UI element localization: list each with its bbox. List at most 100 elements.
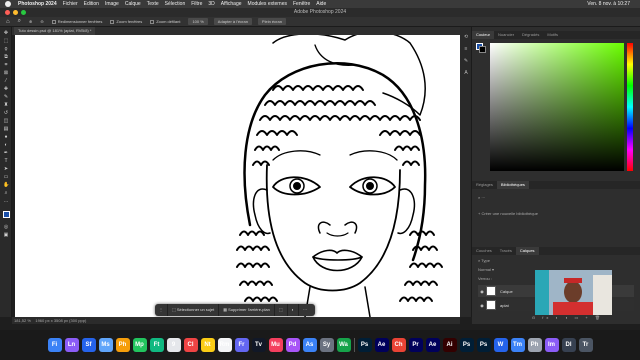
quick-mask-icon[interactable]: ◎	[3, 225, 9, 230]
menu-app-name[interactable]: Photoshop 2024	[18, 1, 57, 7]
menu-selection[interactable]: Sélection	[165, 1, 186, 7]
drag-handle-icon[interactable]: ⋮	[155, 304, 168, 316]
dock-app-icon[interactable]: Tv	[251, 338, 266, 352]
remove-background-button[interactable]: ▦ Supprimer l'arrière-plan	[219, 304, 275, 316]
brush-tool-icon[interactable]: ✎	[3, 95, 9, 100]
type-tool-icon[interactable]: T	[3, 159, 9, 164]
dock-app-icon[interactable]: Dl	[561, 338, 576, 352]
home-icon[interactable]: ⌂	[6, 19, 10, 25]
tab-couches[interactable]: Couches	[472, 247, 496, 255]
foreground-color-swatch[interactable]	[3, 211, 10, 218]
gradient-tool-icon[interactable]: ▤	[3, 127, 9, 132]
menu-calque[interactable]: Calque	[125, 1, 141, 7]
zoom-100-button[interactable]: 100 %	[188, 18, 208, 25]
zoom-all-option[interactable]: Zoom fenêtres	[110, 19, 142, 24]
blur-tool-icon[interactable]: ●	[3, 135, 9, 140]
tab-calques[interactable]: Calques	[515, 247, 539, 255]
create-library-button[interactable]: + Créer une nouvelle bibliothèque	[478, 211, 538, 216]
document-tab[interactable]: Tuto dessin.psd @ 181% (aplat, RVB/8) *	[14, 27, 96, 35]
dock-app-icon[interactable]: Ms	[98, 338, 113, 352]
tab-degrades[interactable]: Dégradés	[518, 31, 543, 39]
zoom-out-icon[interactable]: ⊖	[40, 19, 43, 24]
background-swatch[interactable]	[479, 46, 486, 53]
zoom-tool-icon[interactable]: ⌕	[18, 18, 21, 25]
marquee-tool-icon[interactable]: ⬚	[3, 39, 9, 44]
dock-app-icon[interactable]: Ph	[115, 338, 130, 352]
menu-fichier[interactable]: Fichier	[63, 1, 78, 7]
canvas-area[interactable]	[12, 35, 460, 317]
dock-app-icon[interactable]: Sy	[319, 338, 334, 352]
menu-3d[interactable]: 3D	[208, 1, 214, 7]
eye-icon[interactable]: ◉	[478, 289, 486, 294]
mask-icon[interactable]: ◐	[288, 304, 300, 316]
tab-nuancier[interactable]: Nuancier	[494, 31, 518, 39]
history-brush-tool-icon[interactable]: ↺	[3, 111, 9, 116]
hue-slider[interactable]	[627, 43, 633, 171]
properties-panel-icon[interactable]: ≡	[463, 47, 469, 52]
healing-tool-icon[interactable]: ✚	[3, 87, 9, 92]
dock-app-icon[interactable]: Pr	[408, 338, 423, 352]
dock-app-icon[interactable]: Ai	[442, 338, 457, 352]
dock-app-icon[interactable]: Mp	[132, 338, 147, 352]
dock-app-icon[interactable]: Rm	[217, 338, 232, 352]
menu-image[interactable]: Image	[105, 1, 119, 7]
dock-app-icon[interactable]: Fi	[47, 338, 62, 352]
dock-app-icon[interactable]: Tm	[510, 338, 525, 352]
fit-screen-button[interactable]: Adapter à l'écran	[213, 18, 252, 25]
pen-tool-icon[interactable]: ✒	[3, 151, 9, 156]
dock-app-icon[interactable]: Ae	[374, 338, 389, 352]
artboard[interactable]	[15, 35, 460, 317]
zoom-window-button[interactable]	[21, 10, 26, 15]
dock-app-icon[interactable]: Ln	[64, 338, 79, 352]
dock-app-icon[interactable]: Ch	[391, 338, 406, 352]
color-picker-field[interactable]	[490, 43, 624, 171]
more-tools-icon[interactable]: …	[3, 199, 9, 204]
menu-texte[interactable]: Texte	[147, 1, 159, 7]
crop-tool-icon[interactable]: ⌗	[3, 63, 9, 68]
dock-app-icon[interactable]: Ae	[425, 338, 440, 352]
zoom-in-icon[interactable]: ⊕	[29, 19, 32, 24]
zoom-tool-icon[interactable]: ⌕	[3, 191, 9, 196]
dock-app-icon[interactable]: Ps	[459, 338, 474, 352]
frame-tool-icon[interactable]: ⊠	[3, 71, 9, 76]
tab-couleur[interactable]: Couleur	[472, 31, 495, 39]
move-tool-icon[interactable]: ✥	[3, 31, 9, 36]
screen-mode-icon[interactable]: ▣	[3, 233, 9, 238]
transform-icon[interactable]: ⬚	[275, 304, 288, 316]
close-window-button[interactable]	[5, 10, 10, 15]
eye-icon[interactable]: ◉	[478, 303, 486, 308]
dock-app-icon[interactable]: Mu	[268, 338, 283, 352]
menu-filtre[interactable]: Filtre	[191, 1, 202, 7]
dodge-tool-icon[interactable]: ◐	[3, 143, 9, 148]
clock[interactable]: Ven. 8 nov. à 10:27	[587, 1, 630, 7]
menu-fenetre[interactable]: Fenêtre	[293, 1, 310, 7]
menu-aide[interactable]: Aide	[316, 1, 326, 7]
dock-app-icon[interactable]: Ph	[527, 338, 542, 352]
shape-tool-icon[interactable]: ▭	[3, 175, 9, 180]
library-search[interactable]: ⌕ ···	[478, 195, 485, 200]
dock-app-icon[interactable]: Wa	[336, 338, 351, 352]
tab-traces[interactable]: Tracés	[496, 247, 516, 255]
zoom-level[interactable]: 181,52 %	[14, 318, 31, 323]
fill-screen-button[interactable]: Plein écran	[257, 18, 286, 25]
dock-app-icon[interactable]: Ps	[357, 338, 372, 352]
tab-motifs[interactable]: Motifs	[543, 31, 562, 39]
minimize-window-button[interactable]	[13, 10, 18, 15]
more-options-icon[interactable]: ···	[299, 304, 311, 316]
character-panel-icon[interactable]: A	[463, 71, 469, 76]
dock-app-icon[interactable]: Ps	[476, 338, 491, 352]
dock-app-icon[interactable]: Sf	[81, 338, 96, 352]
path-select-tool-icon[interactable]: ➤	[3, 167, 9, 172]
select-subject-button[interactable]: ⬚ Sélectionner un sujet	[168, 304, 220, 316]
layer-filter[interactable]: ⌕ Type	[478, 258, 490, 263]
scrubby-zoom-option[interactable]: Zoom défilant	[150, 19, 180, 24]
object-select-tool-icon[interactable]: ⧉	[3, 55, 9, 60]
menu-edition[interactable]: Edition	[84, 1, 99, 7]
menu-modules[interactable]: Modules externes	[248, 1, 287, 7]
blend-mode-select[interactable]: Normal ▾	[478, 267, 494, 272]
eraser-tool-icon[interactable]: ◫	[3, 119, 9, 124]
dock-app-icon[interactable]: Pd	[285, 338, 300, 352]
lasso-tool-icon[interactable]: ϙ	[3, 47, 9, 52]
dock-app-icon[interactable]: Ft	[149, 338, 164, 352]
hand-tool-icon[interactable]: ✋	[3, 183, 9, 188]
